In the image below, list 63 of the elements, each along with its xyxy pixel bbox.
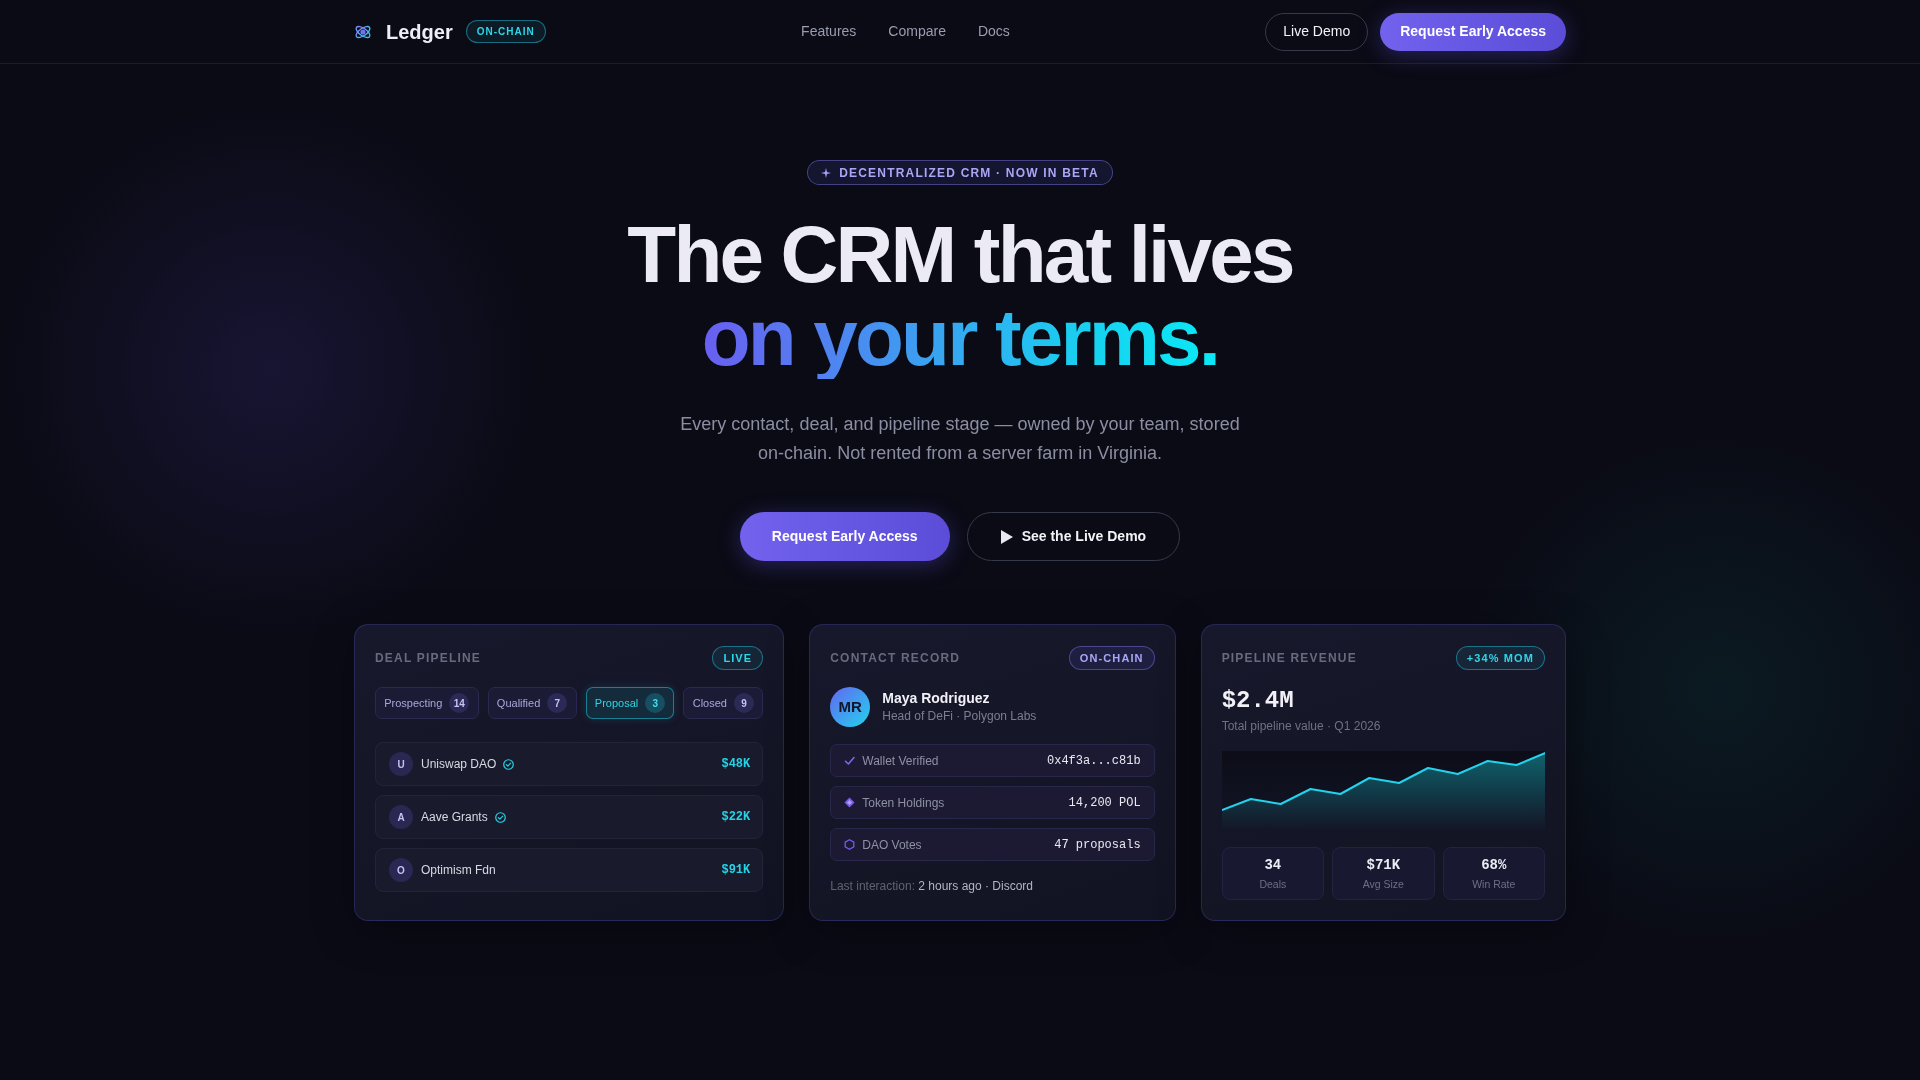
field-label: Token Holdings bbox=[862, 794, 945, 812]
contact-name: Maya Rodriguez bbox=[882, 689, 991, 707]
status-badge: LIVE bbox=[712, 646, 764, 670]
initial-avatar: U bbox=[389, 752, 413, 776]
stat-value: $71K bbox=[1366, 856, 1401, 875]
initials-avatar: MR bbox=[830, 687, 871, 727]
deal-amount: $48K bbox=[721, 756, 751, 773]
card-title: PIPELINE REVENUE bbox=[1221, 650, 1357, 667]
check-icon bbox=[844, 755, 856, 766]
stat-label: Deals bbox=[1259, 877, 1287, 891]
field-value: 0x4f3a...c81b bbox=[1047, 752, 1141, 770]
initial-avatar: O bbox=[389, 858, 413, 882]
revenue-caption: Total pipeline value · Q1 2026 bbox=[1221, 718, 1382, 735]
nav-link[interactable]: Compare bbox=[888, 21, 946, 42]
deal-amount: $91K bbox=[721, 862, 751, 879]
deal-amount: $22K bbox=[721, 809, 751, 826]
request-access-button[interactable]: Request Early Access bbox=[1380, 12, 1566, 51]
field-label: Wallet Verified bbox=[862, 752, 939, 770]
hero-subtitle: Every contact, deal, and pipeline stage — owned by your team, stored on-chain. Not rented from a server farm in Virginia. bbox=[679, 413, 1241, 465]
stat-value: 34 bbox=[1264, 856, 1282, 875]
contact-role: Head of DeFi · Polygon Labs bbox=[882, 708, 1037, 725]
field-value: 47 proposals bbox=[1054, 836, 1141, 854]
stage-tab[interactable]: Closed 9 bbox=[683, 687, 764, 719]
deal-row[interactable]: U Uniswap DAO $48K bbox=[375, 742, 764, 786]
initial-avatar: A bbox=[389, 805, 413, 829]
on-chain-badge: ON-CHAIN bbox=[465, 20, 546, 43]
nav-link[interactable]: Features bbox=[801, 21, 857, 42]
brand-name: Ledger bbox=[386, 19, 453, 45]
stage-label: Prospecting bbox=[384, 695, 443, 711]
revenue-total: $2.4M bbox=[1221, 686, 1295, 716]
deal-name: Uniswap DAO bbox=[421, 756, 497, 773]
deal-name: Aave Grants bbox=[421, 809, 488, 826]
stage-tab[interactable]: Qualified 7 bbox=[487, 687, 577, 719]
nav-link[interactable]: Docs bbox=[977, 21, 1010, 42]
deal-name: Optimism Fdn bbox=[421, 862, 496, 879]
stage-label: Proposal bbox=[594, 695, 639, 711]
deal-row[interactable]: O Optimism Fdn $91K bbox=[375, 848, 764, 892]
stage-tab[interactable]: Proposal 3 bbox=[585, 687, 675, 719]
stage-label: Closed bbox=[692, 695, 727, 711]
last-interaction-text: Last interaction: 2 hours ago · Discord bbox=[830, 878, 1035, 895]
hero-heading: The CRM that lives bbox=[627, 213, 1293, 296]
stage-label: Qualified bbox=[496, 695, 541, 711]
field-value: 14,200 POL bbox=[1068, 794, 1141, 812]
field-label: DAO Votes bbox=[862, 836, 922, 854]
sparkle-icon bbox=[821, 167, 832, 178]
stage-count: 9 bbox=[734, 693, 754, 713]
play-icon bbox=[1000, 529, 1013, 544]
stage-tab[interactable]: Prospecting 14 bbox=[375, 687, 479, 719]
diamond-icon bbox=[844, 797, 856, 808]
stage-count: 7 bbox=[547, 693, 568, 713]
stage-count: 14 bbox=[449, 693, 470, 713]
stat-label: Avg Size bbox=[1362, 877, 1404, 891]
status-badge: ON-CHAIN bbox=[1068, 646, 1155, 670]
status-badge: +34% MOM bbox=[1455, 646, 1545, 670]
hexagon-icon bbox=[844, 839, 856, 850]
stat-value: 68% bbox=[1481, 856, 1507, 875]
deal-row[interactable]: A Aave Grants $22K bbox=[375, 795, 764, 839]
announcement-badge: DECENTRALIZED CRM · NOW IN BETA bbox=[807, 160, 1113, 185]
stat-label: Win Rate bbox=[1472, 877, 1516, 891]
card-title: CONTACT RECORD bbox=[830, 650, 961, 667]
stage-count: 3 bbox=[645, 693, 666, 713]
request-access-button[interactable]: Request Early Access bbox=[739, 512, 950, 561]
card-title: DEAL PIPELINE bbox=[375, 650, 482, 667]
